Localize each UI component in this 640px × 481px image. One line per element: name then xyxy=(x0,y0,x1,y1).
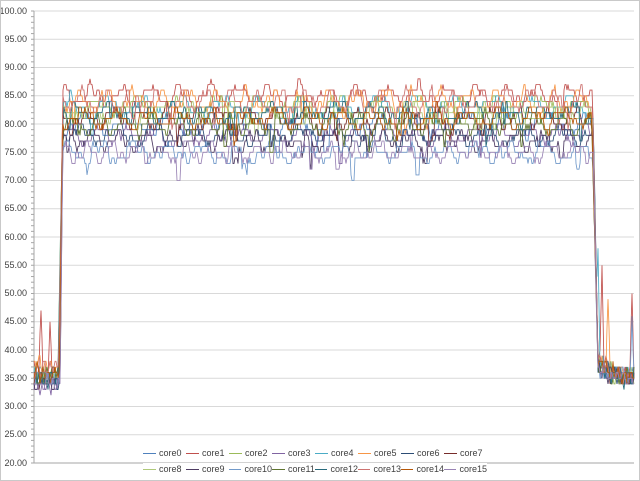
legend-line-marker xyxy=(315,453,328,454)
legend-label: core2 xyxy=(245,448,268,458)
legend-item-core14[interactable]: core14 xyxy=(401,464,444,474)
y-axis-tick-label: 60.00 xyxy=(0,233,27,242)
legend-item-core11[interactable]: core11 xyxy=(272,464,315,474)
legend-line-marker xyxy=(401,469,413,470)
legend-item-core9[interactable]: core9 xyxy=(186,464,229,474)
legend-label: core5 xyxy=(374,448,397,458)
legend-item-core7[interactable]: core7 xyxy=(444,448,487,458)
legend-line-marker xyxy=(229,453,242,454)
y-axis-tick-label: 25.00 xyxy=(0,430,27,439)
y-axis-tick-label: 20.00 xyxy=(0,459,27,468)
gridlines xyxy=(34,11,634,463)
legend-line-marker xyxy=(272,469,285,470)
chart-frame: 100.00 95.00 90.00 85.00 80.00 75.00 70.00 65.0… xyxy=(0,0,640,481)
legend-label: core3 xyxy=(288,448,311,458)
y-axis-tick-label: 50.00 xyxy=(0,289,27,298)
legend-label: core0 xyxy=(159,448,182,458)
legend-row-1[interactable]: core0 core1 core2 core3 core4 core5 core6 core7 xyxy=(143,447,487,459)
legend-line-marker xyxy=(229,469,241,470)
y-axis-tick-label: 75.00 xyxy=(0,148,27,157)
y-axis-tick-label: 30.00 xyxy=(0,402,27,411)
legend-label: core15 xyxy=(459,464,487,474)
series-line-core10[interactable] xyxy=(34,141,634,384)
series-line-core14[interactable] xyxy=(34,101,634,384)
y-axis-tick-label: 70.00 xyxy=(0,176,27,185)
legend-item-core8[interactable]: core8 xyxy=(143,464,186,474)
legend-row-2[interactable]: core8 core9 core10 core11 core12 core13 core14… xyxy=(143,463,487,475)
legend-item-core3[interactable]: core3 xyxy=(272,448,315,458)
legend-item-core1[interactable]: core1 xyxy=(186,448,229,458)
legend-label: core13 xyxy=(373,464,401,474)
legend-line-marker xyxy=(143,453,156,454)
legend-line-marker xyxy=(444,453,457,454)
legend-item-core5[interactable]: core5 xyxy=(358,448,401,458)
legend-item-core6[interactable]: core6 xyxy=(401,448,444,458)
legend-line-marker xyxy=(444,469,456,470)
legend-line-marker xyxy=(186,453,199,454)
y-axis-tick-label: 35.00 xyxy=(0,374,27,383)
legend-label: core10 xyxy=(244,464,272,474)
legend-item-core0[interactable]: core0 xyxy=(143,448,186,458)
y-axis-tick-label: 65.00 xyxy=(0,204,27,213)
y-axis-tick-label: 90.00 xyxy=(0,63,27,72)
legend-label: core12 xyxy=(330,464,358,474)
legend-line-marker xyxy=(143,469,156,470)
legend-item-core4[interactable]: core4 xyxy=(315,448,358,458)
legend-line-marker xyxy=(272,453,285,454)
legend-line-marker xyxy=(186,469,199,470)
series-line-core6[interactable] xyxy=(34,118,634,389)
legend-line-marker xyxy=(401,453,414,454)
y-axis-tick-label: 55.00 xyxy=(0,261,27,270)
series-line-core12[interactable] xyxy=(34,101,634,389)
y-axis-tick-label: 85.00 xyxy=(0,91,27,100)
legend-line-marker xyxy=(358,469,370,470)
legend-line-marker xyxy=(315,469,327,470)
legend-label: core9 xyxy=(202,464,225,474)
legend-label: core14 xyxy=(416,464,444,474)
y-axis-tick-label: 80.00 xyxy=(0,120,27,129)
y-axis-tick-label: 40.00 xyxy=(0,346,27,355)
y-axis-tick-label: 95.00 xyxy=(0,35,27,44)
legend-item-core2[interactable]: core2 xyxy=(229,448,272,458)
legend-item-core15[interactable]: core15 xyxy=(444,464,487,474)
y-axis-tick-label: 100.00 xyxy=(0,7,27,16)
series-line-core3[interactable] xyxy=(34,118,634,395)
legend-label: core1 xyxy=(202,448,225,458)
legend-label: core4 xyxy=(331,448,354,458)
legend-label: core6 xyxy=(417,448,440,458)
legend-label: core8 xyxy=(159,464,182,474)
legend-item-core13[interactable]: core13 xyxy=(358,464,401,474)
legend-item-core10[interactable]: core10 xyxy=(229,464,272,474)
y-axis-tick-label: 45.00 xyxy=(0,317,27,326)
plot-area[interactable] xyxy=(1,1,640,481)
legend-label: core11 xyxy=(288,464,315,474)
legend-line-marker xyxy=(358,453,371,454)
legend-label: core7 xyxy=(460,448,483,458)
legend-item-core12[interactable]: core12 xyxy=(315,464,358,474)
series-line-core7[interactable] xyxy=(34,101,634,389)
